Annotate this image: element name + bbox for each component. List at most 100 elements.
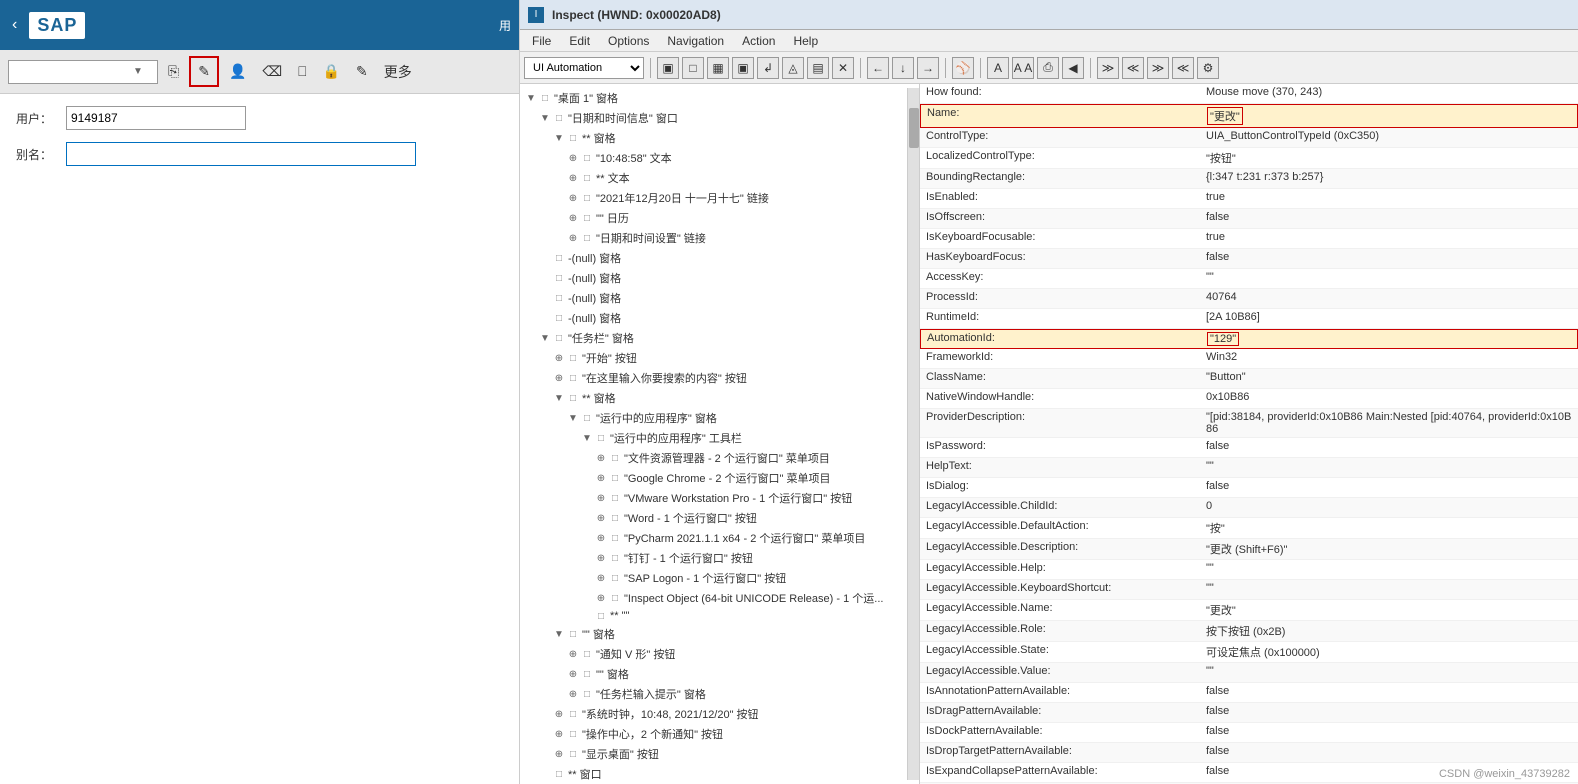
tree-expander[interactable]: ⊕ xyxy=(566,153,580,164)
tool-btn-x[interactable]: ✕ xyxy=(832,57,854,79)
tree-item[interactable]: ⊕□"" 日历 xyxy=(520,208,907,228)
tool-btn-1[interactable]: ▣ xyxy=(657,57,679,79)
menu-options[interactable]: Options xyxy=(600,32,657,50)
tool-btn-more1[interactable]: ≫ xyxy=(1097,57,1119,79)
tree-expander[interactable]: ⊕ xyxy=(594,493,608,504)
tree-expander[interactable]: ⊕ xyxy=(552,729,566,740)
menu-file[interactable]: File xyxy=(524,32,559,50)
tree-expander[interactable]: ⊕ xyxy=(566,689,580,700)
tree-item[interactable]: ▼□"桌面 1" 窗格 xyxy=(520,88,907,108)
alias-input[interactable] xyxy=(66,142,416,166)
tool-btn-more2[interactable]: ≪ xyxy=(1122,57,1144,79)
tree-expander[interactable]: ⊕ xyxy=(566,233,580,244)
tree-expander[interactable]: ⊕ xyxy=(566,193,580,204)
tree-expander[interactable]: ▼ xyxy=(538,333,552,344)
tree-item[interactable]: □-(null) 窗格 xyxy=(520,288,907,308)
tree-item[interactable]: ⊕□"" 窗格 xyxy=(520,664,907,684)
copy2-button[interactable]: ⎕ xyxy=(292,59,312,84)
tree-item[interactable]: ⊕□"在这里输入你要搜索的内容" 按钮 xyxy=(520,368,907,388)
tree-expander[interactable]: ▼ xyxy=(566,413,580,424)
tool-btn-cursor[interactable]: ↲ xyxy=(757,57,779,79)
tool-btn-text[interactable]: A xyxy=(987,57,1009,79)
back-button[interactable]: ‹ xyxy=(8,12,21,38)
tool-btn-3[interactable]: ▦ xyxy=(707,57,729,79)
tree-item[interactable]: ⊕□"任务栏输入提示" 窗格 xyxy=(520,684,907,704)
tree-item[interactable]: ▼□** 窗格 xyxy=(520,388,907,408)
edit-button[interactable]: ✎ xyxy=(192,59,216,84)
tool-btn-5[interactable]: ◬ xyxy=(782,57,804,79)
tool-btn-target[interactable]: ⚾ xyxy=(952,57,974,79)
menu-action[interactable]: Action xyxy=(734,32,783,50)
tool-btn-left[interactable]: ← xyxy=(867,57,889,79)
tree-item[interactable]: ⊕□"显示桌面" 按钮 xyxy=(520,744,907,764)
tree-expander[interactable]: ⊕ xyxy=(552,709,566,720)
tree-expander[interactable]: ⊕ xyxy=(594,473,608,484)
tree-item[interactable]: □-(null) 窗格 xyxy=(520,268,907,288)
tree-expander[interactable]: ⊕ xyxy=(594,533,608,544)
tree-item[interactable]: ▼□"任务栏" 窗格 xyxy=(520,328,907,348)
tree-item[interactable]: ⊕□"10:48:58" 文本 xyxy=(520,148,907,168)
menu-help[interactable]: Help xyxy=(785,32,826,50)
tree-expander[interactable]: ⊕ xyxy=(594,453,608,464)
tool-btn-down[interactable]: ↓ xyxy=(892,57,914,79)
tree-item[interactable]: ⊕□"开始" 按钮 xyxy=(520,348,907,368)
tree-item[interactable]: ⊕□"操作中心，2 个新通知" 按钮 xyxy=(520,724,907,744)
tree-expander[interactable]: ▼ xyxy=(552,393,566,404)
tree-expander[interactable]: ▼ xyxy=(552,629,566,640)
tree-expander[interactable]: ⊕ xyxy=(594,573,608,584)
tree-item[interactable]: ▼□** 窗格 xyxy=(520,128,907,148)
tree-item[interactable]: ⊕□"日期和时间设置" 链接 xyxy=(520,228,907,248)
menu-navigation[interactable]: Navigation xyxy=(659,32,732,50)
tree-item[interactable]: ▼□"运行中的应用程序" 工具栏 xyxy=(520,428,907,448)
menu-edit[interactable]: Edit xyxy=(561,32,598,50)
tool-btn-6[interactable]: ▤ xyxy=(807,57,829,79)
tree-item[interactable]: ⊕□"VMware Workstation Pro - 1 个运行窗口" 按钮 xyxy=(520,488,907,508)
tree-expander[interactable]: ▼ xyxy=(524,93,538,104)
tree-item[interactable]: ⊕□"SAP Logon - 1 个运行窗口" 按钮 xyxy=(520,568,907,588)
tool-btn-4[interactable]: ▣ xyxy=(732,57,754,79)
key-button[interactable]: ✎ xyxy=(350,59,374,84)
tree-item[interactable]: ⊕□"钉钉 - 1 个运行窗口" 按钮 xyxy=(520,548,907,568)
user-button[interactable]: 👤 xyxy=(223,59,252,84)
tree-item[interactable]: □-(null) 窗格 xyxy=(520,308,907,328)
tree-expander[interactable]: ⊕ xyxy=(594,593,608,604)
tree-expander[interactable]: ⊕ xyxy=(566,649,580,660)
tree-item[interactable]: ⊕□"文件资源管理器 - 2 个运行窗口" 菜单项目 xyxy=(520,448,907,468)
copy-button[interactable]: ⎘ xyxy=(162,59,185,84)
tree-item[interactable]: ⊕□"2021年12月20日 十一月十七" 链接 xyxy=(520,188,907,208)
tree-expander[interactable]: ▼ xyxy=(580,433,594,444)
tree-item[interactable]: ⊕□"Google Chrome - 2 个运行窗口" 菜单项目 xyxy=(520,468,907,488)
tree-item[interactable]: ▼□"" 窗格 xyxy=(520,624,907,644)
tree-expander[interactable]: ⊕ xyxy=(566,213,580,224)
tool-btn-more4[interactable]: ≪ xyxy=(1172,57,1194,79)
tool-btn-tree[interactable]: ⎙ xyxy=(1037,57,1059,79)
tree-item[interactable]: ⊕□"通知 V 形" 按钮 xyxy=(520,644,907,664)
tree-scrollbar[interactable] xyxy=(907,88,919,780)
tree-expander[interactable]: ⊕ xyxy=(566,669,580,680)
tool-btn-right[interactable]: → xyxy=(917,57,939,79)
tree-item[interactable]: ▼□"日期和时间信息" 窗口 xyxy=(520,108,907,128)
tree-expander[interactable]: ⊕ xyxy=(566,173,580,184)
dropdown-arrow[interactable]: ▼ xyxy=(129,66,147,77)
automation-dropdown[interactable]: UI Automation xyxy=(524,57,644,79)
tree-item[interactable]: ⊕□"系统时钟，10:48, 2021/12/20" 按钮 xyxy=(520,704,907,724)
tree-item[interactable]: ▼□"运行中的应用程序" 窗格 xyxy=(520,408,907,428)
tree-item[interactable]: ⊕□"Word - 1 个运行窗口" 按钮 xyxy=(520,508,907,528)
search-input[interactable] xyxy=(9,65,129,79)
more-button[interactable]: 更多 xyxy=(378,58,418,86)
tree-item[interactable]: ⊕□** 文本 xyxy=(520,168,907,188)
tree-item[interactable]: □-(null) 窗格 xyxy=(520,248,907,268)
tree-expander[interactable]: ⊕ xyxy=(552,353,566,364)
tool-btn-2[interactable]: □ xyxy=(682,57,704,79)
tree-item[interactable]: ⊕□"Inspect Object (64-bit UNICODE Releas… xyxy=(520,588,907,608)
tree-expander[interactable]: ▼ xyxy=(538,113,552,124)
tool-btn-nav[interactable]: ◀ xyxy=(1062,57,1084,79)
tree-expander[interactable]: ⊕ xyxy=(594,513,608,524)
tree-item[interactable]: ⊕□"PyCharm 2021.1.1 x64 - 2 个运行窗口" 菜单项目 xyxy=(520,528,907,548)
delete-button[interactable]: ⌫ xyxy=(256,59,288,84)
lock-button[interactable]: 🔒 xyxy=(317,59,346,84)
tree-item[interactable]: □** 窗口 xyxy=(520,764,907,780)
tool-btn-settings[interactable]: ⚙ xyxy=(1197,57,1219,79)
tree-expander[interactable]: ⊕ xyxy=(552,749,566,760)
tool-btn-font[interactable]: A A xyxy=(1012,57,1034,79)
